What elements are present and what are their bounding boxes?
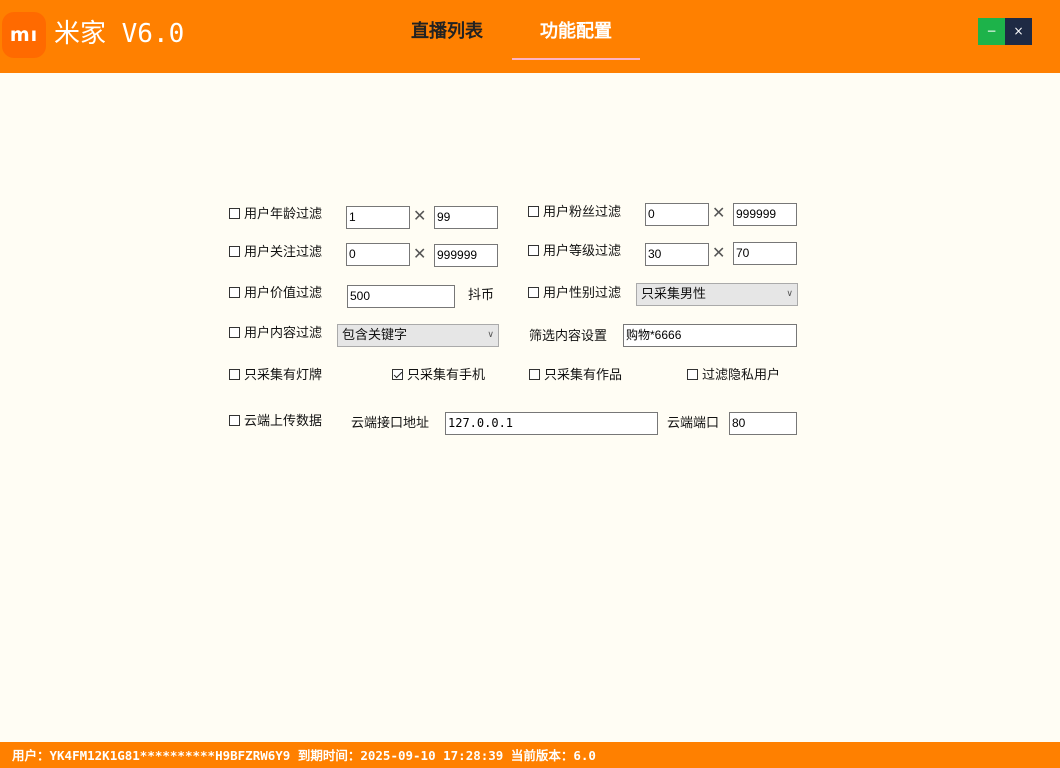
checkbox-icon <box>229 415 240 426</box>
cloud-address-input[interactable]: 127.0.0.1 <box>445 412 658 435</box>
age-min-input[interactable]: 1 <box>346 206 410 229</box>
checkbox-checked-icon <box>392 369 403 380</box>
value-filter-label: 用户价值过滤 <box>244 286 323 301</box>
cloud-upload-label: 云端上传数据 <box>244 414 323 429</box>
level-min-input[interactable]: 30 <box>645 243 709 266</box>
checkbox-icon <box>229 369 240 380</box>
checkbox-icon <box>229 208 240 219</box>
age-filter-checkbox[interactable]: 用户年龄过滤 <box>229 205 322 225</box>
gender-select-value: 只采集男性 <box>641 287 707 302</box>
light-badge-label: 只采集有灯牌 <box>244 368 323 383</box>
status-bar: 用户：YK4FM12K1G81**********H9BFZRW6Y9 到期时间… <box>0 742 1060 768</box>
close-button[interactable]: × <box>1005 18 1032 45</box>
content-mode-select[interactable]: 包含关键字 ∨ <box>337 324 499 347</box>
content-setting-label: 筛选内容设置 <box>529 329 608 344</box>
cloud-upload-checkbox[interactable]: 云端上传数据 <box>229 412 322 432</box>
level-filter-checkbox[interactable]: 用户等级过滤 <box>528 242 621 262</box>
app-title: 米家 V6.0 <box>54 19 185 49</box>
fans-max-input[interactable]: 999999 <box>733 203 797 226</box>
chevron-down-icon: ∨ <box>786 289 793 299</box>
checkbox-icon <box>528 206 539 217</box>
level-max-input[interactable]: 70 <box>733 242 797 265</box>
works-only-label: 只采集有作品 <box>544 368 623 383</box>
cloud-port-label: 云端端口 <box>667 416 720 431</box>
follow-filter-label: 用户关注过滤 <box>244 245 323 260</box>
value-input[interactable]: 500 <box>347 285 455 308</box>
active-tab-indicator <box>512 58 640 60</box>
age-max-input[interactable]: 99 <box>434 206 498 229</box>
fans-filter-checkbox[interactable]: 用户粉丝过滤 <box>528 203 621 223</box>
age-filter-label: 用户年龄过滤 <box>244 207 323 222</box>
light-badge-checkbox[interactable]: 只采集有灯牌 <box>229 366 322 386</box>
private-filter-label: 过滤隐私用户 <box>702 368 781 383</box>
level-filter-label: 用户等级过滤 <box>543 244 622 259</box>
follow-min-input[interactable]: 0 <box>346 243 410 266</box>
status-text: 用户：YK4FM12K1G81**********H9BFZRW6Y9 到期时间… <box>12 748 596 763</box>
fans-filter-label: 用户粉丝过滤 <box>543 205 622 220</box>
works-only-checkbox[interactable]: 只采集有作品 <box>529 366 622 386</box>
app-logo: mı <box>2 12 46 58</box>
content-mode-select-value: 包含关键字 <box>342 328 408 343</box>
follow-filter-checkbox[interactable]: 用户关注过滤 <box>229 243 322 263</box>
tab-live-list[interactable]: 直播列表 <box>396 16 498 48</box>
title-bar: mı 米家 V6.0 直播列表 功能配置 − × <box>0 0 1060 73</box>
checkbox-icon <box>528 287 539 298</box>
gender-filter-checkbox[interactable]: 用户性别过滤 <box>528 284 621 304</box>
phone-only-label: 只采集有手机 <box>407 368 486 383</box>
checkbox-icon <box>528 245 539 256</box>
minimize-button[interactable]: − <box>978 18 1005 45</box>
range-separator-icon: ✕ <box>712 203 726 222</box>
gender-filter-label: 用户性别过滤 <box>543 286 622 301</box>
checkbox-icon <box>229 246 240 257</box>
fans-min-input[interactable]: 0 <box>645 203 709 226</box>
cloud-port-input[interactable]: 80 <box>729 412 797 435</box>
checkbox-icon <box>229 287 240 298</box>
range-separator-icon: ✕ <box>712 243 726 262</box>
range-separator-icon: ✕ <box>413 244 427 263</box>
content-filter-checkbox[interactable]: 用户内容过滤 <box>229 324 322 344</box>
gender-select[interactable]: 只采集男性 ∨ <box>636 283 798 306</box>
checkbox-icon <box>229 327 240 338</box>
content-filter-label: 用户内容过滤 <box>244 326 323 341</box>
phone-only-checkbox[interactable]: 只采集有手机 <box>392 366 485 386</box>
tab-function-config[interactable]: 功能配置 <box>512 16 640 48</box>
checkbox-icon <box>687 369 698 380</box>
chevron-down-icon: ∨ <box>487 330 494 340</box>
range-separator-icon: ✕ <box>413 206 427 225</box>
value-unit-label: 抖币 <box>468 288 495 303</box>
cloud-address-label: 云端接口地址 <box>351 416 430 431</box>
private-filter-checkbox[interactable]: 过滤隐私用户 <box>687 366 780 386</box>
content-setting-input[interactable]: 购物*6666 <box>623 324 797 347</box>
follow-max-input[interactable]: 999999 <box>434 244 498 267</box>
value-filter-checkbox[interactable]: 用户价值过滤 <box>229 284 322 304</box>
checkbox-icon <box>529 369 540 380</box>
